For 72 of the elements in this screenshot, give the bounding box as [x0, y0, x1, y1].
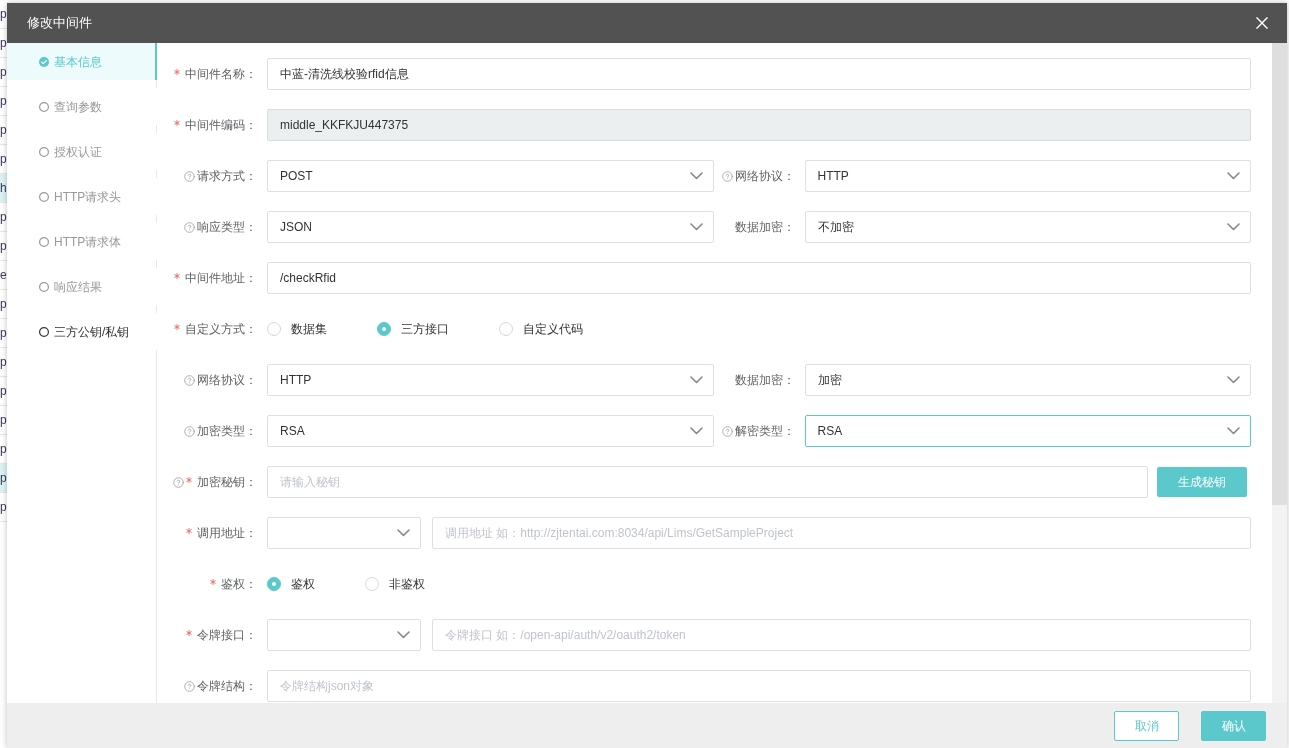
radio-icon[interactable] — [267, 577, 281, 591]
input-field[interactable]: 请输入秘钥 — [267, 466, 1148, 498]
field-label: 鉴权： — [221, 576, 257, 593]
circle-icon — [39, 236, 49, 247]
field-label: 加密秘钥： — [197, 474, 257, 491]
select-field[interactable] — [267, 517, 421, 549]
select-field[interactable]: HTTP — [804, 160, 1251, 192]
text-field[interactable]: 中蓝-清洗线校验rfid信息 — [267, 58, 1251, 90]
close-button[interactable] — [1255, 16, 1269, 30]
chevron-down-icon — [1227, 427, 1240, 435]
select-field[interactable]: HTTP — [267, 364, 714, 396]
chevron-down-icon — [689, 172, 703, 180]
dialog-title: 修改中间件 — [27, 14, 92, 33]
radio-option[interactable]: 三方接口 — [377, 320, 449, 338]
chevron-down-icon — [397, 631, 410, 639]
circle-icon — [39, 191, 49, 202]
chevron-down-icon — [1227, 376, 1240, 384]
chevron-down-icon — [397, 529, 410, 537]
field-label: 令牌接口： — [197, 627, 257, 644]
field-label: 中间件编码： — [185, 117, 257, 134]
field-label: 调用地址： — [197, 525, 257, 542]
chevron-down-icon — [1227, 223, 1240, 231]
close-icon — [1256, 17, 1268, 29]
help-icon[interactable] — [184, 221, 195, 233]
chevron-down-icon — [689, 376, 703, 384]
field-label: 加密类型： — [197, 423, 257, 440]
circle-icon — [39, 281, 49, 292]
field-label: 中间件名称： — [185, 66, 257, 83]
text-field[interactable]: /checkRfid — [267, 262, 1251, 294]
field-label: 数据加密： — [734, 372, 795, 389]
field-label: 网络协议： — [734, 168, 795, 185]
help-icon[interactable] — [184, 170, 195, 182]
field-label: 解密类型： — [734, 423, 795, 440]
select-field[interactable]: 加密 — [804, 364, 1251, 396]
field-label: 令牌结构： — [197, 678, 257, 695]
help-icon[interactable] — [184, 425, 195, 437]
select-field[interactable]: POST — [267, 160, 714, 192]
circle-icon — [39, 146, 49, 157]
radio-option[interactable]: 数据集 — [267, 320, 327, 338]
select-field[interactable]: 不加密 — [804, 211, 1251, 243]
select-field[interactable] — [267, 619, 421, 651]
field-label: 请求方式： — [197, 168, 257, 185]
radio-option[interactable]: 非鉴权 — [365, 575, 425, 593]
input-field[interactable]: 调用地址 如：http://zjtentai.com:8034/api/Lims/GetSampleProject — [432, 517, 1251, 549]
select-field[interactable]: JSON — [267, 211, 714, 243]
help-icon[interactable] — [173, 476, 184, 488]
help-icon[interactable] — [184, 374, 195, 386]
chevron-down-icon — [689, 223, 703, 231]
circle-icon — [39, 101, 49, 112]
field-label: 响应类型： — [197, 219, 257, 236]
select-field[interactable]: RSA — [267, 415, 714, 447]
help-icon[interactable] — [721, 425, 733, 437]
radio-icon[interactable] — [267, 322, 281, 336]
field-label: 网络协议： — [197, 372, 257, 389]
circle-icon — [39, 326, 49, 337]
check-circle-icon — [39, 56, 49, 67]
field-label: 中间件地址： — [185, 270, 257, 287]
radio-option[interactable]: 鉴权 — [267, 575, 315, 593]
select-field[interactable]: RSA — [804, 415, 1251, 447]
radio-option[interactable]: 自定义代码 — [499, 320, 583, 338]
scrollbar-thumb[interactable] — [1272, 43, 1287, 505]
radio-icon[interactable] — [499, 322, 513, 336]
radio-icon[interactable] — [377, 322, 391, 336]
chevron-down-icon — [689, 427, 703, 435]
text-field[interactable]: 令牌结构json对象 — [267, 670, 1251, 702]
help-icon[interactable] — [721, 170, 733, 182]
field-label: 数据加密： — [734, 219, 795, 236]
chevron-down-icon — [1227, 172, 1240, 180]
radio-icon[interactable] — [365, 577, 379, 591]
help-icon[interactable] — [184, 680, 195, 692]
field-label: 自定义方式： — [185, 321, 257, 338]
input-field[interactable]: 令牌接口 如：/open-api/auth/v2/oauth2/token — [432, 619, 1251, 651]
